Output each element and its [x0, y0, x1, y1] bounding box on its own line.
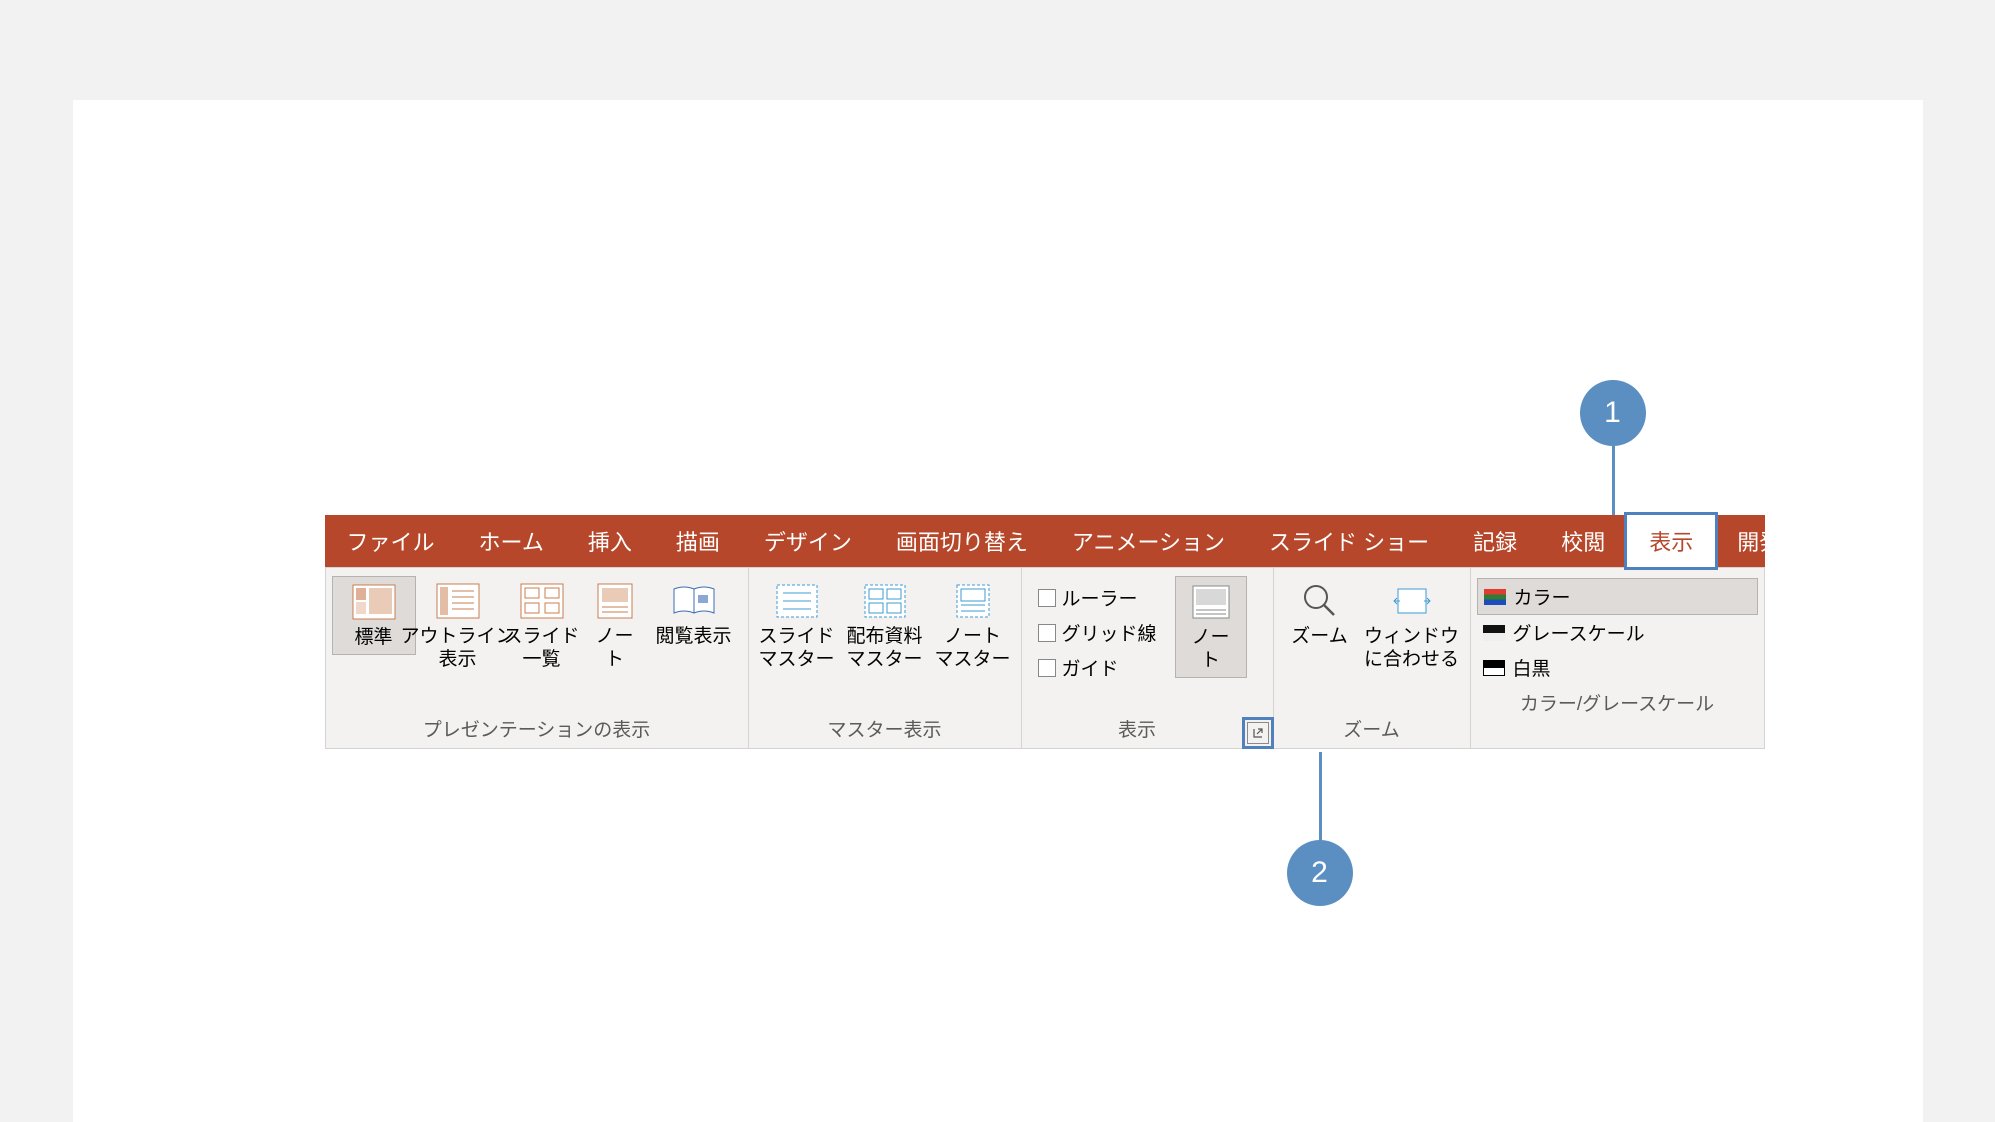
callout-1: 1 — [1580, 380, 1646, 446]
slide-sorter-icon — [516, 580, 568, 622]
fit-to-window-button[interactable]: ウィンドウ に合わせる — [1360, 576, 1464, 676]
tab-home[interactable]: ホーム — [457, 515, 566, 567]
bw-swatch-icon — [1483, 660, 1505, 676]
zoom-button[interactable]: ズーム — [1280, 576, 1360, 653]
callout-2: 2 — [1287, 840, 1353, 906]
group-show: ルーラー グリッド線 ガイド ノー ト — [1022, 568, 1274, 748]
notes-master-icon — [947, 580, 999, 622]
notes-page-button[interactable]: ノー ト — [584, 576, 646, 676]
group-label-zoom: ズーム — [1280, 711, 1464, 748]
fit-to-window-icon — [1386, 580, 1438, 622]
notes-master-button[interactable]: ノート マスター — [931, 576, 1015, 676]
slide-master-icon — [771, 580, 823, 622]
ribbon-tabs: ファイル ホーム 挿入 描画 デザイン 画面切り替え アニメーション スライド … — [325, 515, 1765, 567]
reading-view-button[interactable]: 閲覧表示 — [646, 576, 742, 653]
color-swatch-icon — [1484, 589, 1506, 605]
notes-toggle-icon — [1185, 581, 1237, 623]
handout-master-icon — [859, 580, 911, 622]
ribbon-container: ファイル ホーム 挿入 描画 デザイン 画面切り替え アニメーション スライド … — [325, 515, 1765, 749]
grayscale-mode-button[interactable]: グレースケール — [1477, 615, 1758, 650]
tab-transitions[interactable]: 画面切り替え — [874, 515, 1050, 567]
page-canvas: 1 2 ファイル ホーム 挿入 描画 デザイン 画面切り替え アニメーション ス… — [73, 100, 1923, 1122]
callout-1-connector — [1612, 446, 1615, 516]
zoom-icon — [1294, 580, 1346, 622]
reading-view-icon — [668, 580, 720, 622]
notes-toggle-button[interactable]: ノー ト — [1175, 576, 1247, 678]
group-color-grayscale: カラー グレースケール 白黒 カラー/グレースケール — [1471, 568, 1764, 748]
normal-view-icon — [348, 581, 400, 623]
group-label-presentation-views: プレゼンテーションの表示 — [332, 711, 742, 748]
guides-checkbox[interactable]: ガイド — [1032, 650, 1163, 685]
tab-developer[interactable]: 開発 — [1715, 515, 1803, 567]
group-master-views: スライド マスター 配布資料 マスター ノート マスター — [749, 568, 1022, 748]
handout-master-button[interactable]: 配布資料 マスター — [839, 576, 931, 676]
group-label-show: 表示 — [1028, 711, 1247, 748]
show-group-launcher[interactable] — [1247, 722, 1269, 744]
group-label-master-views: マスター表示 — [755, 711, 1015, 748]
tab-animations[interactable]: アニメーション — [1050, 515, 1247, 567]
notes-page-icon — [589, 580, 641, 622]
tab-insert[interactable]: 挿入 — [566, 515, 654, 567]
gridlines-checkbox[interactable]: グリッド線 — [1032, 615, 1163, 650]
tab-design[interactable]: デザイン — [742, 515, 874, 567]
slide-sorter-button[interactable]: スライド 一覧 — [500, 576, 584, 676]
tab-slideshow[interactable]: スライド ショー — [1247, 515, 1451, 567]
bw-mode-button[interactable]: 白黒 — [1477, 650, 1758, 685]
tab-file[interactable]: ファイル — [325, 515, 457, 567]
slide-master-button[interactable]: スライド マスター — [755, 576, 839, 676]
group-label-color-grayscale: カラー/グレースケール — [1477, 685, 1758, 722]
tab-view[interactable]: 表示 — [1627, 515, 1715, 567]
tab-review[interactable]: 校閲 — [1539, 515, 1627, 567]
callout-2-connector — [1319, 752, 1322, 842]
tab-record[interactable]: 記録 — [1451, 515, 1539, 567]
ribbon-body: 標準 アウトライン 表示 スライド 一覧 — [325, 567, 1765, 749]
ruler-checkbox[interactable]: ルーラー — [1032, 580, 1163, 615]
outline-view-icon — [432, 580, 484, 622]
color-mode-button[interactable]: カラー — [1477, 578, 1758, 615]
tab-draw[interactable]: 描画 — [654, 515, 742, 567]
group-presentation-views: 標準 アウトライン 表示 スライド 一覧 — [326, 568, 749, 748]
group-zoom: ズーム ウィンドウ に合わせる ズーム — [1274, 568, 1471, 748]
outline-view-button[interactable]: アウトライン 表示 — [416, 576, 500, 676]
grayscale-swatch-icon — [1483, 625, 1505, 641]
